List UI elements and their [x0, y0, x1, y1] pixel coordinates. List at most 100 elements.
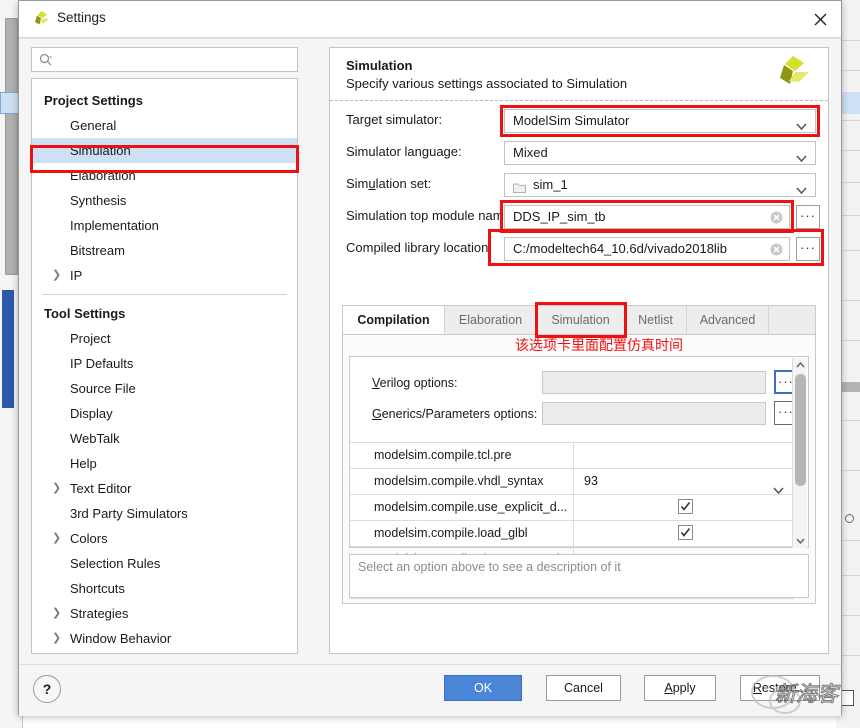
table-row[interactable]: modelsim.compile.vhdl_syntax 93	[350, 468, 794, 495]
sidebar-item-simulation[interactable]: Simulation	[32, 138, 297, 163]
chevron-down-icon[interactable]	[773, 478, 784, 495]
scroll-down-icon[interactable]	[793, 534, 808, 548]
option-description-box: Select an option above to see a descript…	[349, 554, 809, 598]
sidebar-item-bitstream[interactable]: Bitstream	[32, 238, 297, 263]
verilog-options-input[interactable]	[542, 371, 766, 394]
compiled-library-location-input[interactable]: C:/modeltech64_10.6d/vivado2018lib	[504, 237, 790, 261]
tab-compilation[interactable]: Compilation	[343, 306, 445, 334]
folder-icon	[513, 180, 526, 193]
option-value-checkbox-cell[interactable]	[574, 495, 794, 520]
vivado-logo-icon	[31, 10, 51, 30]
option-checkbox[interactable]	[678, 525, 693, 540]
help-button[interactable]: ?	[33, 675, 61, 703]
field-row-compiled-library: Compiled library location: C:/modeltech6…	[330, 229, 828, 266]
dialog-body: Project Settings General Simulation Elab…	[19, 38, 841, 664]
simulator-options-tabblock: Compilation Elaboration Simulation Netli…	[342, 302, 816, 604]
sidebar-item-synthesis[interactable]: Synthesis	[32, 188, 297, 213]
tab-netlist[interactable]: Netlist	[625, 306, 687, 334]
simulation-set-value: sim_1	[533, 177, 568, 192]
generics-parameters-options-input[interactable]	[542, 402, 766, 425]
target-simulator-value: ModelSim Simulator	[513, 113, 630, 128]
sidebar-item-ip-defaults[interactable]: IP Defaults	[32, 351, 297, 376]
sidebar-item-shortcuts[interactable]: Shortcuts	[32, 576, 297, 601]
sidebar-item-elaboration[interactable]: Elaboration	[32, 163, 297, 188]
tabstrip: Compilation Elaboration Simulation Netli…	[343, 306, 815, 335]
simulator-language-combo[interactable]: Mixed	[504, 141, 816, 165]
browse-compiled-library-button[interactable]: ···	[796, 237, 820, 261]
background-selected-row	[0, 92, 20, 114]
option-value-combo[interactable]: 93	[574, 469, 794, 495]
search-box[interactable]	[31, 47, 298, 72]
chevron-down-icon[interactable]	[796, 149, 807, 163]
sidebar-item-3rd-party-simulators[interactable]: 3rd Party Simulators	[32, 501, 297, 526]
sidebar-item-label: Strategies	[70, 606, 129, 621]
chevron-right-icon[interactable]: ❯	[52, 601, 61, 626]
page-subtitle: Specify various settings associated to S…	[346, 76, 628, 91]
sidebar-item-help[interactable]: Help	[32, 451, 297, 476]
background-blue-marker	[2, 290, 14, 408]
chevron-right-icon[interactable]: ❯	[52, 476, 61, 501]
sidebar-item-selection-rules[interactable]: Selection Rules	[32, 551, 297, 576]
chevron-right-icon[interactable]: ❯	[52, 263, 61, 288]
page-title: Simulation	[346, 58, 413, 73]
option-value-checkbox-cell[interactable]	[574, 521, 794, 546]
field-row-target-simulator: Target simulator: ModelSim Simulator	[330, 105, 828, 138]
background-dot-icon	[845, 514, 854, 523]
tree-separator	[42, 294, 287, 295]
label-target-simulator: Target simulator:	[346, 112, 443, 127]
simulation-settings-panel: Simulation Specify various settings asso…	[329, 47, 829, 654]
sidebar-item-implementation[interactable]: Implementation	[32, 213, 297, 238]
tab-elaboration[interactable]: Elaboration	[445, 306, 537, 334]
option-description-text: Select an option above to see a descript…	[358, 560, 621, 574]
close-icon[interactable]	[807, 7, 833, 31]
sidebar-item-ip[interactable]: ❯ IP	[32, 263, 297, 288]
label-simulation-top-module: Simulation top module name:	[346, 208, 515, 223]
target-simulator-combo[interactable]: ModelSim Simulator	[504, 109, 816, 133]
settings-sidebar: Project Settings General Simulation Elab…	[30, 47, 319, 654]
sidebar-item-window-behavior[interactable]: ❯ Window Behavior	[32, 626, 297, 651]
scrollbar-thumb[interactable]	[795, 374, 806, 486]
sidebar-item-display[interactable]: Display	[32, 401, 297, 426]
search-input[interactable]	[58, 51, 292, 71]
simulation-set-combo[interactable]: sim_1	[504, 173, 816, 197]
tab-simulation[interactable]: Simulation	[537, 306, 625, 334]
settings-dialog: Settings Project Settings General Simula…	[18, 0, 842, 716]
sidebar-item-text-editor[interactable]: ❯ Text Editor	[32, 476, 297, 501]
option-value[interactable]	[574, 443, 794, 468]
background-scrollbar	[5, 18, 18, 275]
sidebar-item-label: Window Behavior	[70, 631, 172, 646]
settings-tree[interactable]: Project Settings General Simulation Elab…	[31, 78, 298, 654]
chevron-down-icon[interactable]	[796, 117, 807, 131]
options-scrollbar[interactable]	[792, 358, 807, 548]
sidebar-item-source-file[interactable]: Source File	[32, 376, 297, 401]
restore-button[interactable]: Restore...	[740, 675, 820, 701]
search-icon	[39, 53, 52, 66]
clear-icon[interactable]	[770, 211, 783, 224]
simulation-top-module-input[interactable]: DDS_IP_sim_tb	[504, 205, 790, 229]
field-row-simulation-set: Simulation set: sim_1	[330, 170, 828, 202]
sidebar-item-general[interactable]: General	[32, 113, 297, 138]
sidebar-item-strategies[interactable]: ❯ Strategies	[32, 601, 297, 626]
browse-top-module-button[interactable]: ···	[796, 205, 820, 229]
options-panel: Verilog options: ··· Generics/Parameters…	[349, 356, 809, 599]
apply-button[interactable]: Apply	[644, 675, 716, 701]
chevron-down-icon[interactable]	[796, 181, 807, 195]
dialog-titlebar[interactable]: Settings	[19, 1, 841, 38]
chevron-right-icon[interactable]: ❯	[52, 526, 61, 551]
label-verilog-options: Verilog options:	[372, 376, 458, 390]
sidebar-item-project[interactable]: Project	[32, 326, 297, 351]
table-row[interactable]: modelsim.compile.load_glbl	[350, 520, 794, 546]
label-simulator-language: Simulator language:	[346, 144, 462, 159]
option-checkbox[interactable]	[678, 499, 693, 514]
table-row[interactable]: modelsim.compile.tcl.pre	[350, 442, 794, 468]
ok-button[interactable]: OK	[444, 675, 522, 701]
sidebar-item-webtalk[interactable]: WebTalk	[32, 426, 297, 451]
header-divider	[330, 100, 828, 101]
clear-icon[interactable]	[770, 243, 783, 256]
chevron-right-icon[interactable]: ❯	[52, 626, 61, 651]
tab-advanced[interactable]: Advanced	[687, 306, 769, 334]
sidebar-item-colors[interactable]: ❯ Colors	[32, 526, 297, 551]
scroll-up-icon[interactable]	[793, 358, 808, 372]
table-row[interactable]: modelsim.compile.use_explicit_d...	[350, 494, 794, 520]
cancel-button[interactable]: Cancel	[546, 675, 621, 701]
